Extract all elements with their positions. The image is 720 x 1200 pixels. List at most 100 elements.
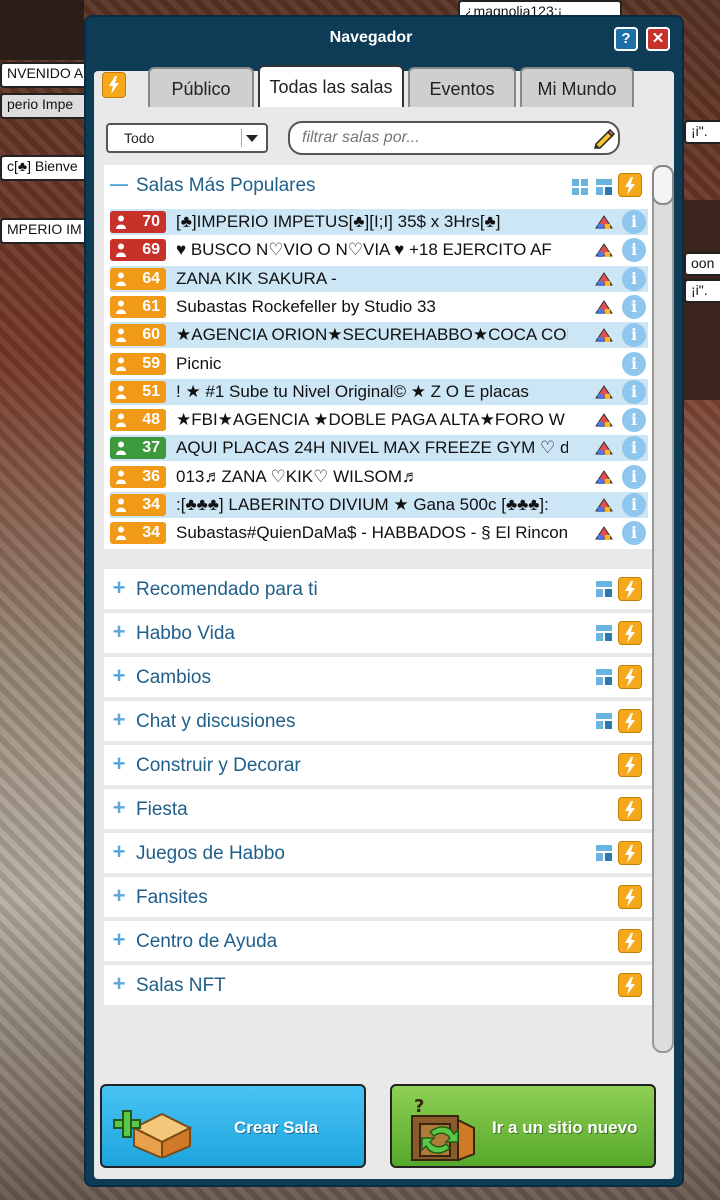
filter-dropdown[interactable]: Todo <box>106 123 268 153</box>
user-count: 70 <box>142 213 160 230</box>
tab-eventos[interactable]: Eventos <box>408 67 516 107</box>
lightning-icon[interactable] <box>618 973 642 997</box>
lightning-icon[interactable] <box>618 577 642 601</box>
list-view-icon[interactable] <box>596 625 612 641</box>
info-icon[interactable]: i <box>622 323 646 348</box>
expand-icon[interactable]: + <box>110 797 128 819</box>
room-row[interactable]: 34:[♣♣♣] LABERINTO DIVIUM ★ Gana 500c [♣… <box>110 492 648 518</box>
chat-bubble[interactable]: ¡i". <box>684 279 720 303</box>
lightning-icon[interactable] <box>618 709 642 733</box>
expand-icon[interactable]: + <box>110 665 128 687</box>
info-icon[interactable]: i <box>622 266 646 291</box>
lightning-icon[interactable] <box>618 797 642 821</box>
room-row[interactable]: 37 AQUI PLACAS 24H NIVEL MAX FREEZE GYM ♡… <box>110 435 648 462</box>
category-section[interactable]: + Salas NFT <box>104 965 652 1005</box>
expand-icon[interactable]: + <box>110 709 128 731</box>
chat-bubble[interactable]: ¡i". <box>684 120 720 144</box>
chat-bubble[interactable]: oon <box>684 252 720 276</box>
category-section[interactable]: + Centro de Ayuda <box>104 921 652 961</box>
expand-icon[interactable]: + <box>110 973 128 995</box>
pencil-icon[interactable] <box>593 127 615 149</box>
user-count: 64 <box>142 269 160 287</box>
category-section[interactable]: + Fiesta <box>104 789 652 829</box>
section-header[interactable]: — Salas Más Populares <box>104 165 652 205</box>
lightning-icon[interactable] <box>618 173 642 197</box>
room-name: 013♬ZANA ♡KIK♡ WILSOM♬ <box>176 466 420 486</box>
user-count-badge: 34 <box>110 494 166 516</box>
info-icon[interactable]: i <box>622 210 646 234</box>
lightning-icon[interactable] <box>102 72 126 98</box>
room-row[interactable]: 61 Subastas Rockefeller by Studio 33 i <box>110 294 648 320</box>
category-section[interactable]: + Chat y discusiones <box>104 701 652 741</box>
info-icon[interactable]: i <box>622 521 646 546</box>
info-icon[interactable]: i <box>622 408 646 433</box>
search-input[interactable] <box>288 121 620 155</box>
info-icon[interactable]: i <box>622 294 646 319</box>
info-icon[interactable]: i <box>622 464 646 489</box>
group-icon <box>595 384 613 399</box>
room-row[interactable]: 48 ★FBI★AGENCIA ★DOBLE PAGA ALTA★FORO W i <box>110 407 648 433</box>
lightning-icon[interactable] <box>618 885 642 909</box>
list-view-icon[interactable] <box>596 845 612 861</box>
group-icon <box>595 271 613 286</box>
category-section[interactable]: + Recomendado para ti <box>104 569 652 609</box>
create-room-button[interactable]: Crear Sala <box>100 1084 366 1168</box>
info-icon[interactable]: i <box>622 436 646 461</box>
category-section[interactable]: + Cambios <box>104 657 652 697</box>
go-to-new-place-button[interactable]: ? Ir a un sitio nuevo <box>390 1084 656 1168</box>
chevron-down-icon <box>246 135 258 142</box>
info-icon[interactable]: i <box>622 351 646 376</box>
chat-bubble[interactable]: c[♣] Bienve <box>0 155 96 181</box>
expand-icon[interactable]: + <box>110 929 128 951</box>
room-row[interactable]: 64 ZANA KIK SAKURA - i <box>110 265 648 292</box>
info-icon[interactable]: i <box>622 238 646 263</box>
list-view-icon[interactable] <box>596 179 612 195</box>
category-section[interactable]: + Habbo Vida <box>104 613 652 653</box>
category-title: Juegos de Habbo <box>136 843 285 864</box>
user-count: 34 <box>142 524 160 542</box>
room-row[interactable]: 34 Subastas#QuienDaMa$ - HABBADOS - § El … <box>110 520 648 546</box>
chat-bubble[interactable]: MPERIO IM <box>0 218 96 244</box>
room-name: Subastas#QuienDaMa$ - HABBADOS - § El Ri… <box>176 523 568 543</box>
close-button[interactable]: ✕ <box>646 27 670 51</box>
info-icon[interactable]: i <box>622 493 646 517</box>
collapse-icon[interactable]: — <box>110 173 128 195</box>
chat-bubble[interactable]: NVENIDO A <box>0 62 96 88</box>
tab-mi-mundo[interactable]: Mi Mundo <box>520 67 634 107</box>
room-name: ♥ BUSCO N♡VIO O N♡VIA ♥ +18 EJERCITO AF <box>176 240 552 260</box>
scrollbar-track[interactable] <box>652 165 674 1053</box>
expand-icon[interactable]: + <box>110 753 128 775</box>
room-name: ZANA KIK SAKURA - <box>176 268 337 288</box>
lightning-icon[interactable] <box>618 665 642 689</box>
lightning-icon[interactable] <box>618 753 642 777</box>
room-row[interactable]: 70 [♣]IMPERIO IMPETUS[♣][I;I] 35$ x 3Hrs[… <box>110 209 648 235</box>
tab-publico[interactable]: Público <box>148 67 254 107</box>
expand-icon[interactable]: + <box>110 621 128 643</box>
room-row[interactable]: 36 013♬ZANA ♡KIK♡ WILSOM♬ i <box>110 464 648 490</box>
help-button[interactable]: ? <box>614 27 638 51</box>
user-count-badge: 48 <box>110 409 166 432</box>
chat-bubble[interactable]: perio Impe <box>0 93 96 119</box>
grid-view-icon[interactable] <box>572 179 588 195</box>
room-row[interactable]: 51 ! ★ #1 Sube tu Nivel Original© ★ Z O E… <box>110 378 648 405</box>
tab-todas-las-salas[interactable]: Todas las salas <box>258 65 404 107</box>
category-section[interactable]: + Fansites <box>104 877 652 917</box>
room-row[interactable]: 59 Picnic i <box>110 351 648 377</box>
scrollbar-thumb[interactable] <box>652 165 674 205</box>
expand-icon[interactable]: + <box>110 577 128 599</box>
list-view-icon[interactable] <box>596 713 612 729</box>
category-section[interactable]: + Construir y Decorar <box>104 745 652 785</box>
list-view-icon[interactable] <box>596 581 612 597</box>
info-icon[interactable]: i <box>622 379 646 404</box>
user-count: 48 <box>142 411 160 429</box>
room-row[interactable]: 69 ♥ BUSCO N♡VIO O N♡VIA ♥ +18 EJERCITO A… <box>110 237 648 263</box>
lightning-icon[interactable] <box>618 929 642 953</box>
title-bar[interactable]: Navegador ? ✕ <box>86 17 682 63</box>
expand-icon[interactable]: + <box>110 841 128 863</box>
category-section[interactable]: + Juegos de Habbo <box>104 833 652 873</box>
expand-icon[interactable]: + <box>110 885 128 907</box>
lightning-icon[interactable] <box>618 841 642 865</box>
list-view-icon[interactable] <box>596 669 612 685</box>
room-row[interactable]: 60 ★AGENCIA ORION★SECUREHABBO★COCA COL i <box>110 322 648 349</box>
lightning-icon[interactable] <box>618 621 642 645</box>
